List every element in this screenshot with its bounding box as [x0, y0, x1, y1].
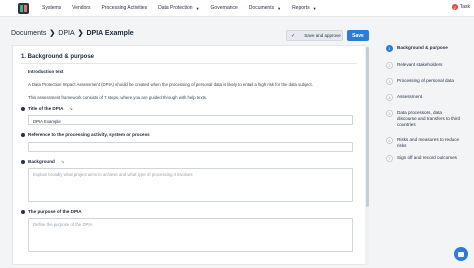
comment-icon[interactable] [21, 209, 25, 214]
step-number: 3 [386, 78, 393, 85]
step-label: Risks and measures to reduce risks [397, 137, 460, 148]
step-4[interactable]: 4 Assessment [386, 94, 422, 101]
step-3[interactable]: 3 Processing of personal data [386, 78, 454, 85]
step-label: Assessment [397, 94, 423, 99]
step-number: 4 [386, 94, 393, 101]
chevron-right-icon: ❯ [77, 30, 84, 37]
step-1[interactable]: 1 Background & purpose [386, 45, 448, 52]
chat-icon [458, 251, 464, 257]
nav-data-protection[interactable]: Data Protection ▼ [158, 5, 199, 11]
section-title: 1. Background & purpose [21, 54, 95, 60]
nav-reports[interactable]: Reports ▼ [292, 5, 316, 11]
tasks-count-badge: 2 [451, 4, 458, 10]
breadcrumb-dpia[interactable]: DPIA [58, 30, 74, 37]
scrollbar-thumb[interactable] [365, 47, 369, 207]
question-background: Background ↘ [21, 159, 64, 164]
breadcrumb-documents[interactable]: Documents [11, 30, 46, 37]
tasks-label: Task [459, 4, 470, 10]
nav-documents-label: Documents [248, 5, 275, 11]
chat-button[interactable] [454, 247, 468, 261]
reference-input[interactable] [28, 142, 353, 152]
nav-data-protection-label: Data Protection [158, 5, 193, 11]
step-5[interactable]: 5 Data processors, data discourse and tr… [386, 110, 462, 128]
step-number: 1 [386, 45, 393, 52]
question-label: The purpose of the DPIA [28, 209, 82, 214]
nav-vendors-label: Vendors [72, 5, 91, 11]
help-icon[interactable]: ↘ [69, 106, 72, 111]
form-card: 1. Background & purpose Introduction tex… [12, 45, 366, 265]
chevron-down-icon: ▼ [195, 5, 200, 11]
step-number: 7 [386, 155, 393, 162]
nav-processing-label: Processing Activities [101, 5, 148, 11]
scrollbar[interactable] [365, 45, 369, 265]
nav-vendors[interactable]: Vendors [72, 5, 90, 11]
chevron-down-icon: ▼ [312, 5, 317, 11]
intro-title: Introduction text [28, 69, 64, 74]
step-6[interactable]: 6 Risks and measures to reduce risks [386, 137, 466, 149]
section-divider [21, 63, 357, 64]
nav-governance[interactable]: Governance [211, 5, 238, 11]
step-label: Data processors, data discourse and tran… [397, 110, 461, 127]
nav-reports-label: Reports [292, 5, 310, 11]
purpose-textarea[interactable]: Define the purpose of the DPIA [28, 218, 353, 252]
save-and-approve-label: Save and approve [304, 33, 341, 38]
nav-governance-label: Governance [210, 5, 238, 11]
page-title: DPIA Example [86, 29, 134, 37]
step-label: Background & purpose [397, 45, 448, 50]
title-input[interactable]: DPIA Example [28, 115, 353, 125]
chevron-down-icon: ▼ [277, 5, 282, 11]
step-number: 6 [386, 137, 393, 144]
nav-systems[interactable]: Systems [42, 5, 61, 11]
question-reference: Reference to the processing activity, sy… [21, 132, 150, 137]
step-label: Sign off and record outcomes [397, 155, 457, 160]
top-navigation: Systems Vendors Processing Activities Da… [0, 0, 474, 17]
step-label: Relevant stakeholders [397, 62, 443, 67]
step-number: 5 [386, 110, 393, 117]
app-logo[interactable] [18, 2, 29, 14]
intro-text: A Data Protection Impact Assessment (DPI… [28, 82, 313, 87]
intro-text: This assessment framework consists of 7 … [28, 95, 208, 100]
nav-systems-label: Systems [42, 5, 62, 11]
question-purpose: The purpose of the DPIA [21, 209, 82, 214]
tasks-button[interactable]: 2 Task [451, 4, 470, 10]
background-textarea[interactable]: Explain broadly what project aims to ach… [28, 168, 353, 202]
comment-icon[interactable] [21, 106, 25, 111]
step-label: Processing of personal data [397, 78, 454, 83]
save-button[interactable]: Save [347, 30, 369, 41]
question-title: Title of the DPIA ↘ [21, 106, 73, 111]
check-icon: ✓ [291, 32, 296, 39]
help-icon[interactable]: ↘ [61, 159, 64, 164]
question-label: Reference to the processing activity, sy… [28, 132, 150, 137]
nav-documents[interactable]: Documents ▼ [249, 5, 281, 11]
question-label: Background [28, 159, 55, 164]
step-2[interactable]: 2 Relevant stakeholders [386, 62, 442, 69]
nav-processing-activities[interactable]: Processing Activities [102, 5, 148, 11]
breadcrumb: Documents ❯ DPIA ❯ DPIA Example [11, 29, 134, 38]
save-and-approve-button[interactable]: ✓ Save and approve [286, 30, 343, 41]
comment-icon[interactable] [21, 132, 25, 137]
question-label: Title of the DPIA [28, 106, 64, 111]
step-number: 2 [386, 62, 393, 69]
step-7[interactable]: 7 Sign off and record outcomes [386, 155, 457, 162]
chevron-right-icon: ❯ [49, 30, 56, 37]
comment-icon[interactable] [21, 159, 25, 164]
